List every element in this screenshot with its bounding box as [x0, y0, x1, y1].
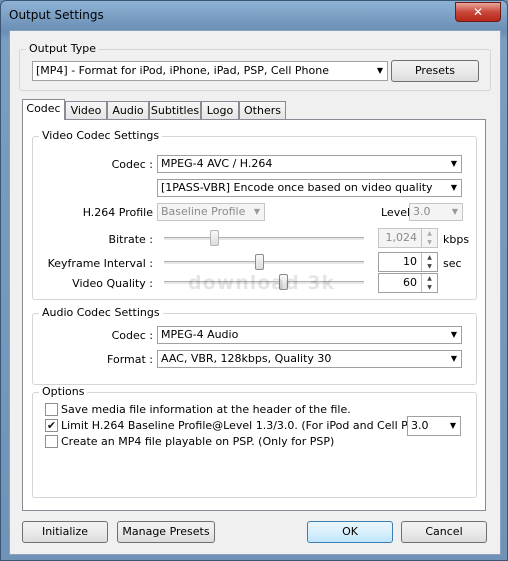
- cancel-button[interactable]: Cancel: [401, 521, 487, 543]
- psp-playable-label[interactable]: Create an MP4 file playable on PSP. (Onl…: [61, 435, 334, 448]
- video-quality-value: 60: [403, 276, 417, 289]
- close-icon[interactable]: ✕: [455, 2, 501, 22]
- video-codec-group-label: Video Codec Settings: [39, 129, 163, 142]
- tab-subtitles[interactable]: Subtitles: [149, 101, 201, 120]
- audio-format-label: Format :: [107, 353, 153, 366]
- tab-others[interactable]: Others: [239, 101, 286, 120]
- level-label: Level: [381, 206, 411, 219]
- bitrate-slider-thumb[interactable]: [210, 230, 219, 246]
- keyframe-value: 10: [403, 255, 417, 268]
- bitrate-label: Bitrate :: [108, 233, 153, 246]
- encode-mode-select[interactable]: [1PASS-VBR] Encode once based on video q…: [157, 179, 462, 197]
- audio-format-value: AAC, VBR, 128kbps, Quality 30: [161, 352, 332, 365]
- keyframe-slider-thumb[interactable]: [255, 254, 264, 270]
- window-title: Output Settings: [9, 8, 104, 22]
- limit-baseline-checkbox[interactable]: ✔: [45, 419, 58, 432]
- level-value: 3.0: [413, 205, 431, 218]
- output-type-select[interactable]: [MP4] - Format for iPod, iPhone, iPad, P…: [32, 61, 388, 81]
- tab-audio[interactable]: Audio: [107, 101, 149, 120]
- audio-codec-value: MPEG-4 Audio: [161, 328, 239, 341]
- chevron-down-icon: ▼: [376, 66, 383, 75]
- audio-codec-group: [32, 313, 477, 385]
- codec-tab-panel: Video Codec Settings Codec : MPEG-4 AVC …: [22, 119, 486, 511]
- h264-profile-value: Baseline Profile: [161, 205, 246, 218]
- chevron-down-icon: ▼: [450, 159, 457, 168]
- bitrate-value: 1,024: [385, 231, 418, 244]
- audio-codec-label: Codec :: [111, 329, 153, 342]
- limit-level-select[interactable]: 3.0 ▼: [407, 416, 461, 436]
- keyframe-unit: sec: [443, 257, 462, 270]
- video-quality-label: Video Quality :: [72, 277, 153, 290]
- spin-arrows-icon[interactable]: ▲ ▼: [421, 253, 437, 271]
- output-settings-window: Output Settings ✕ Output Type [MP4] - Fo…: [0, 0, 508, 561]
- chevron-down-icon: ▼: [450, 330, 457, 339]
- chevron-down-icon: ▼: [449, 421, 456, 430]
- psp-playable-checkbox[interactable]: [45, 435, 58, 448]
- bitrate-unit: kbps: [443, 233, 470, 246]
- h264-profile-label: H.264 Profile: [82, 206, 153, 219]
- chevron-down-icon: ▼: [450, 354, 457, 363]
- dialog-client: Output Type [MP4] - Format for iPod, iPh…: [9, 30, 501, 555]
- options-group-label: Options: [39, 385, 88, 398]
- chevron-down-icon: ▼: [253, 207, 260, 216]
- video-codec-label: Codec :: [111, 158, 153, 171]
- h264-profile-select[interactable]: Baseline Profile ▼: [157, 203, 265, 221]
- spin-arrows-icon[interactable]: ▲ ▼: [421, 274, 437, 292]
- keyframe-slider-track[interactable]: [164, 261, 364, 265]
- limit-level-value: 3.0: [411, 419, 429, 432]
- presets-button[interactable]: Presets: [391, 60, 479, 82]
- tab-strip: Codec Video Audio Subtitles Logo Others: [22, 99, 486, 121]
- bitrate-spinner[interactable]: 1,024 ▲ ▼: [378, 228, 438, 248]
- limit-baseline-label[interactable]: Limit H.264 Baseline Profile@Level 1.3/3…: [61, 419, 440, 432]
- audio-codec-select[interactable]: MPEG-4 Audio ▼: [157, 326, 462, 344]
- encode-mode-value: [1PASS-VBR] Encode once based on video q…: [161, 181, 433, 194]
- initialize-button[interactable]: Initialize: [22, 521, 108, 543]
- keyframe-interval-label: Keyframe Interval :: [47, 257, 153, 270]
- ok-button[interactable]: OK: [307, 521, 393, 543]
- output-type-label: Output Type: [26, 42, 99, 55]
- bitrate-slider-track[interactable]: [164, 237, 364, 241]
- chevron-down-icon: ▼: [450, 183, 457, 192]
- tab-logo[interactable]: Logo: [201, 101, 239, 120]
- audio-codec-group-label: Audio Codec Settings: [39, 306, 163, 319]
- keyframe-spinner[interactable]: 10 ▲ ▼: [378, 252, 438, 272]
- output-type-value: [MP4] - Format for iPod, iPhone, iPad, P…: [36, 64, 329, 77]
- tab-codec[interactable]: Codec: [22, 99, 65, 120]
- chevron-down-icon: ▼: [451, 207, 458, 216]
- check-icon: ✔: [46, 419, 57, 432]
- save-header-label[interactable]: Save media file information at the heade…: [61, 403, 351, 416]
- save-header-checkbox[interactable]: [45, 403, 58, 416]
- spin-arrows-icon[interactable]: ▲ ▼: [421, 229, 437, 247]
- video-quality-spinner[interactable]: 60 ▲ ▼: [378, 273, 438, 293]
- video-codec-select[interactable]: MPEG-4 AVC / H.264 ▼: [157, 155, 462, 173]
- watermark-logo: download 3k: [188, 272, 336, 294]
- tab-video[interactable]: Video: [65, 101, 107, 120]
- audio-format-select[interactable]: AAC, VBR, 128kbps, Quality 30 ▼: [157, 350, 462, 368]
- video-codec-value: MPEG-4 AVC / H.264: [161, 157, 273, 170]
- manage-presets-button[interactable]: Manage Presets: [117, 521, 215, 543]
- level-select[interactable]: 3.0 ▼: [409, 203, 463, 221]
